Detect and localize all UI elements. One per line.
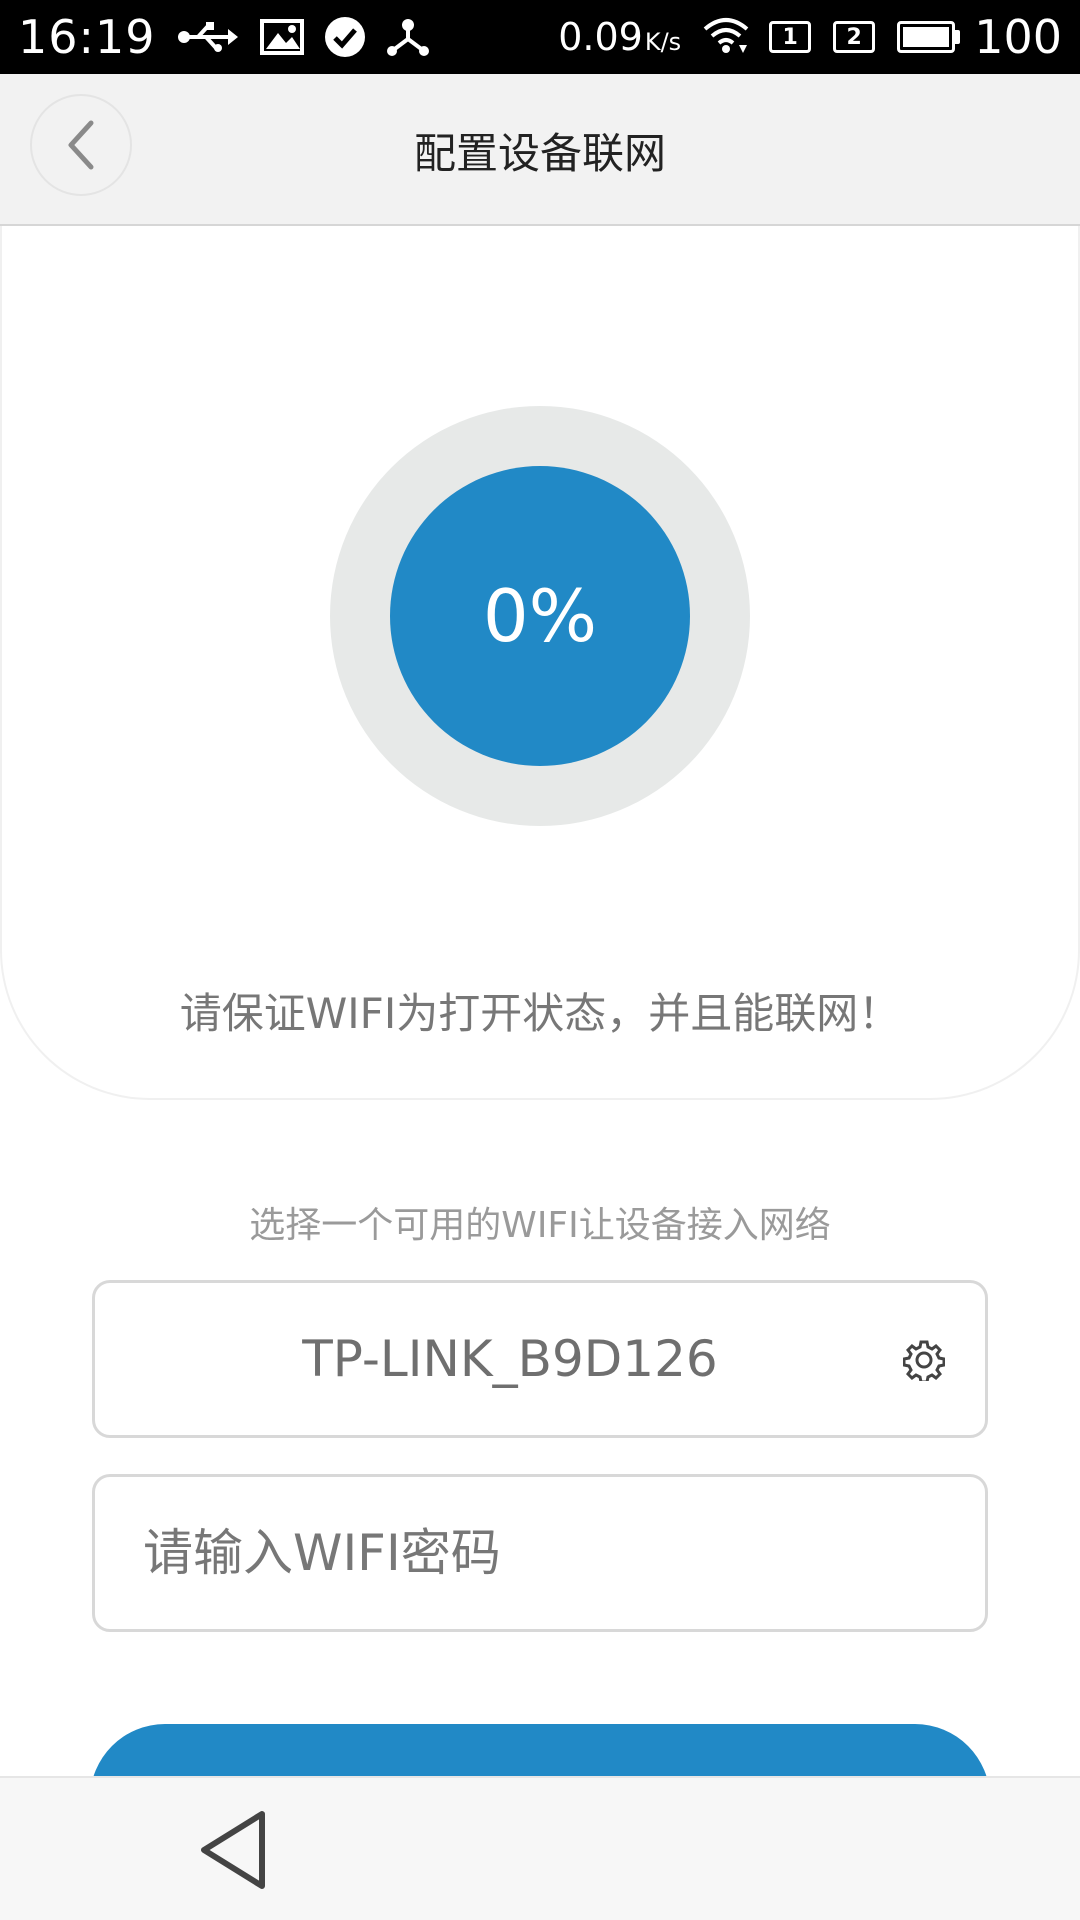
wifi-name: TP-LINK_B9D126 [302,1330,718,1388]
sim2-icon: 2 [833,21,876,53]
usb-icon [177,20,240,54]
status-left: 16:19 [18,0,450,74]
sim1-icon: 1 [769,21,812,53]
triangle-back-icon[interactable] [196,1808,272,1892]
speed-value: 0.09 [558,15,643,59]
gear-icon[interactable] [903,1339,945,1381]
page-title: 配置设备联网 [413,128,666,178]
wifi-hint-text: 请保证WIFI为打开状态，并且能联网！ [179,989,901,1038]
progress-ring: 0% [330,406,750,826]
image-icon [259,19,304,55]
speed-unit: K/s [644,28,682,56]
progress-percent: 0% [390,466,690,766]
network-speed: 0.09 K/s [558,15,681,59]
wifi-password-input[interactable] [92,1474,988,1632]
app-header: 配置设备联网 [0,74,1080,226]
system-nav-bar [0,1776,1080,1920]
battery-level: 100 [974,10,1062,64]
check-circle-icon [324,16,366,58]
status-right: 0.09 K/s 1 2 100 [558,0,1062,74]
select-wifi-label: 选择一个可用的WIFI让设备接入网络 [249,1205,831,1246]
status-bar: 16:19 0.09 K/s 1 2 100 [0,0,1080,74]
battery-icon [897,21,961,53]
status-time: 16:19 [18,10,156,64]
share-icon [386,17,430,57]
wifi-select[interactable]: TP-LINK_B9D126 [92,1280,988,1438]
wifi-icon [703,17,749,57]
